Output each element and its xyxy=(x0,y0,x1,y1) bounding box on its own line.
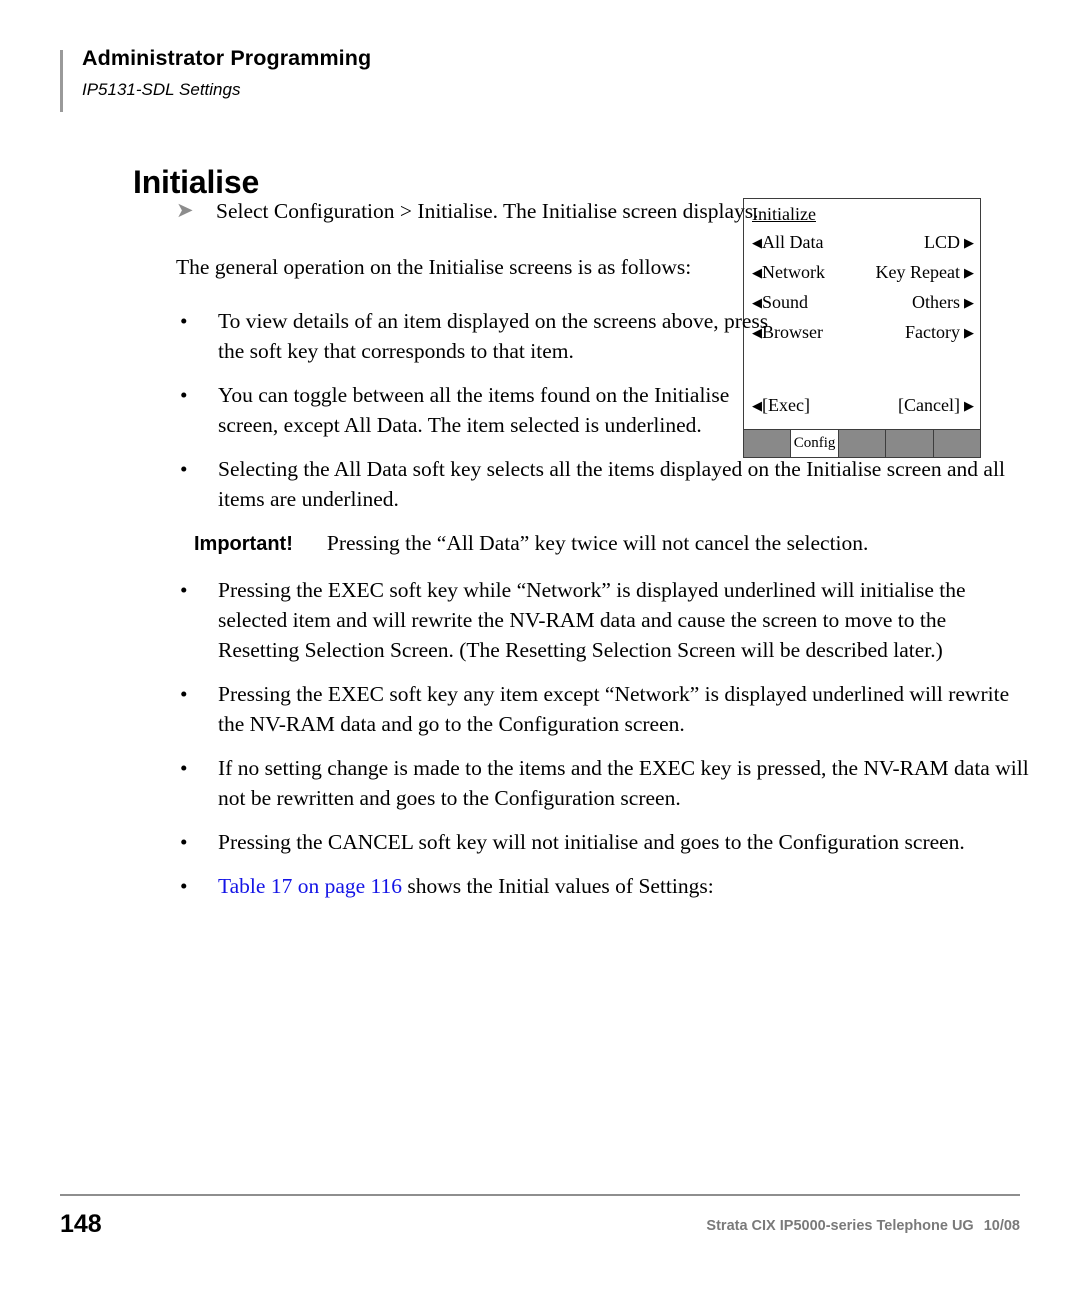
list-item-table-reference: • Table 17 on page 116 shows the Initial… xyxy=(176,871,1030,901)
list-item: • Pressing the CANCEL soft key will not … xyxy=(176,827,1030,857)
bullet-icon: • xyxy=(180,578,188,602)
important-label: Important! xyxy=(194,533,293,555)
bullet-icon: • xyxy=(180,682,188,706)
procedure-step-text: Select Configuration > Initialise. The I… xyxy=(216,199,759,223)
list-item-text: Pressing the EXEC soft key while “Networ… xyxy=(218,578,966,662)
table-reference-link[interactable]: Table 17 on page 116 xyxy=(218,874,402,898)
important-note: Important! Pressing the “All Data” key tw… xyxy=(176,528,994,559)
bullet-icon: • xyxy=(180,457,188,481)
list-item: • Pressing the EXEC soft key any item ex… xyxy=(176,679,1030,739)
footer-document-info: Strata CIX IP5000-series Telephone UG 10/… xyxy=(706,1218,1020,1234)
page-header: Administrator Programming IP5131-SDL Set… xyxy=(60,46,980,114)
list-item-text: You can toggle between all the items fou… xyxy=(218,383,730,437)
bullet-icon: • xyxy=(180,383,188,407)
important-text: Pressing the “All Data” key twice will n… xyxy=(326,531,869,555)
page-number: 148 xyxy=(60,1210,102,1238)
list-item: • You can toggle between all the items f… xyxy=(176,380,780,440)
table-reference-text: shows the Initial values of Settings: xyxy=(401,874,714,898)
body-content: ➤ Select Configuration > Initialise. The… xyxy=(176,196,1029,915)
bullet-icon: • xyxy=(180,874,188,898)
list-item-text: To view details of an item displayed on … xyxy=(218,309,769,363)
arrow-bullet-icon: ➤ xyxy=(176,198,194,222)
footer-doc-date: 10/08 xyxy=(983,1218,1020,1234)
bullet-icon: • xyxy=(180,830,188,854)
procedure-step: ➤ Select Configuration > Initialise. The… xyxy=(176,196,768,226)
list-item: • Selecting the All Data soft key select… xyxy=(176,454,1030,514)
list-item-text: Selecting the All Data soft key selects … xyxy=(218,457,1005,511)
list-item: • Pressing the EXEC soft key while “Netw… xyxy=(176,575,1030,665)
list-item: • To view details of an item displayed o… xyxy=(176,306,780,366)
header-title: Administrator Programming xyxy=(82,46,372,70)
list-item-text: If no setting change is made to the item… xyxy=(218,756,1029,810)
bullet-icon: • xyxy=(180,756,188,780)
header-subtitle: IP5131-SDL Settings xyxy=(82,80,241,99)
footer-divider-rule xyxy=(60,1194,1020,1196)
bullet-icon: • xyxy=(180,309,188,333)
list-item-text: Pressing the CANCEL soft key will not in… xyxy=(218,830,965,854)
header-divider-rule xyxy=(60,50,63,112)
list-item-text: Pressing the EXEC soft key any item exce… xyxy=(218,682,1010,736)
list-item: • If no setting change is made to the it… xyxy=(176,753,1030,813)
intro-paragraph: The general operation on the Initialise … xyxy=(176,255,692,279)
footer-doc-title: Strata CIX IP5000-series Telephone UG xyxy=(706,1218,974,1234)
